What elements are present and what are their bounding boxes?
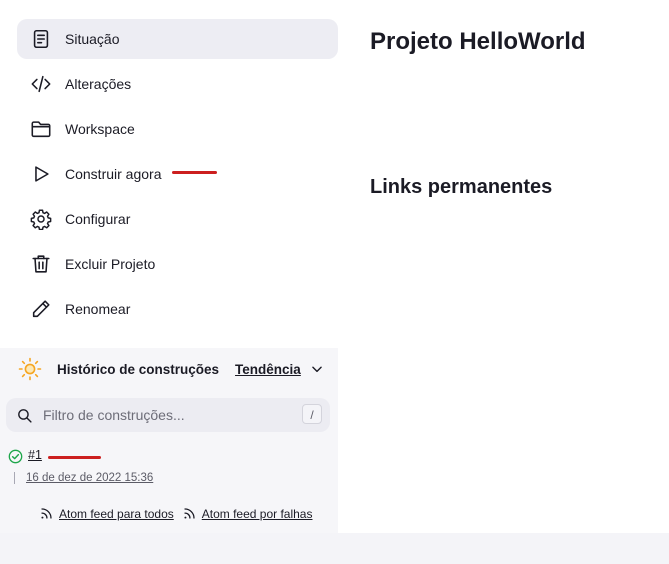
feed-all-label: Atom feed para todos [59,506,174,521]
rss-icon [41,508,52,519]
pencil-icon [30,298,52,320]
filter-container: / [0,390,338,440]
build-number-link[interactable]: #1 [28,448,42,462]
task-label: Workspace [65,121,135,137]
sun-weather-icon [18,357,42,381]
feed-failures-label: Atom feed por falhas [201,506,313,521]
footer-band [0,533,669,564]
play-icon [30,163,52,185]
trash-icon [30,253,52,275]
task-situacao[interactable]: Situação [17,19,338,59]
rss-icon [184,508,195,519]
build-filter[interactable]: / [6,398,330,432]
build-filter-input[interactable] [41,406,295,424]
task-label: Renomear [65,301,131,317]
task-alteracoes[interactable]: Alterações [17,64,338,104]
search-icon [18,408,32,423]
task-workspace[interactable]: Workspace [17,109,338,149]
build-date-link[interactable]: 16 de dez de 2022 15:36 [26,472,153,484]
folder-icon [30,118,52,140]
document-icon [30,28,52,50]
code-icon [30,73,52,95]
task-label: Construir agora [65,166,162,182]
atom-feeds: Atom feed para todos Atom feed por falha… [0,494,338,533]
build-row[interactable]: #1 16 de dez de 2022 15:36 [0,440,338,494]
chevron-down-icon[interactable] [310,362,324,376]
task-label: Configurar [65,211,131,227]
annotation-underline [172,171,217,174]
feed-all-link[interactable]: Atom feed para todos [40,507,174,521]
trend-link[interactable]: Tendência [235,362,301,377]
build-timeline-tick [14,472,15,484]
task-renomear[interactable]: Renomear [17,289,338,329]
task-label: Situação [65,31,120,47]
success-check-icon [8,449,23,464]
task-label: Excluir Projeto [65,256,156,272]
permalinks-heading: Links permanentes [370,176,553,198]
gear-icon [30,208,52,230]
task-label: Alterações [65,76,132,92]
sidebar: Situação Alterações Workspace Construir … [0,0,338,533]
page-title: Projeto HelloWorld [370,28,586,55]
build-history-title: Histórico de construções [57,361,220,377]
build-history-header: Histórico de construções Tendência [0,348,338,390]
task-construir-agora[interactable]: Construir agora [17,154,338,194]
task-configurar[interactable]: Configurar [17,199,338,239]
feed-failures-link[interactable]: Atom feed por falhas [183,506,313,521]
keyboard-shortcut-hint: / [302,404,322,424]
annotation-underline [48,456,101,459]
task-excluir-projeto[interactable]: Excluir Projeto [17,244,338,284]
